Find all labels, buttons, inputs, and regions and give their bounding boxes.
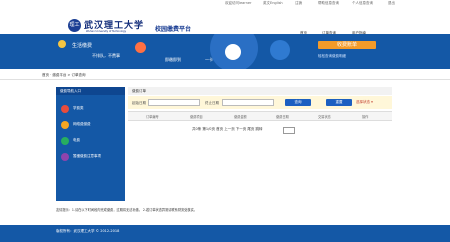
personal-link[interactable]: 个人信息查询 (352, 1, 373, 6)
banner-left-sub2: 即缴即到 (165, 57, 181, 62)
sidebar-title: 缴费导航入口 (56, 87, 125, 95)
sidebar-item-network[interactable]: 网络费缴费 (59, 119, 122, 131)
welcome-text: 欢迎访问learner (225, 1, 252, 5)
sidebar-item-tuition[interactable]: 学费类 (59, 103, 122, 115)
copyright-text: 版权所有：武汉理工大学 © 2012-2018 (56, 229, 120, 233)
page-jump-input[interactable] (283, 127, 295, 134)
table-header: 订单编号 缴费项目 缴费金额 缴费日期 交易状态 操作 (128, 111, 392, 121)
lightbulb-icon (58, 40, 66, 48)
tuition-icon (61, 105, 69, 113)
reset-button[interactable]: 重置 (326, 99, 352, 106)
sidebar-item-label: 学费类 (73, 106, 84, 110)
col-amount: 缴费金额 (234, 115, 247, 119)
search-button[interactable]: 查询 (285, 99, 311, 106)
monitor-icon (270, 40, 290, 60)
breadcrumb: 首页 · 缴费平台 > 订单查询 (42, 73, 86, 77)
exit-link[interactable]: 退出 (388, 1, 395, 6)
pagination[interactable]: 共0条 第1/0页 首页 上一页 下一页 尾页 跳转 (192, 127, 263, 132)
banner-right-title: 收费账单 (318, 41, 376, 49)
start-date-label: 起始日期 (132, 101, 146, 105)
banner-left-title: 生活缴费 (72, 43, 93, 49)
network-icon (61, 121, 69, 129)
sidebar-item-electricity[interactable]: 电费 (59, 135, 122, 147)
start-date-input[interactable] (148, 99, 200, 106)
language-link[interactable]: 英文English (263, 1, 283, 6)
sidebar: 缴费导航入口 学费类 网络费缴费 电费 暂缓缴费注意事项 (56, 87, 125, 201)
sidebar-item-notice[interactable]: 暂缓缴费注意事项 (59, 151, 122, 163)
logout-link[interactable]: 注销 (295, 1, 302, 6)
banner-left-sub3: 一卡 (205, 57, 213, 62)
help-link[interactable]: 帮助信息查询 (318, 1, 339, 6)
banner-left-sub: 不排队，不费事 (92, 53, 120, 58)
footer: 版权所有：武汉理工大学 © 2012-2018 (0, 225, 450, 242)
col-order-no: 订单编号 (146, 115, 159, 119)
col-date: 缴费日期 (276, 115, 289, 119)
top-utility-bar: 欢迎访问learner 英文English 注销 帮助信息查询 个人信息查询 退… (0, 0, 450, 6)
electricity-icon (61, 137, 69, 145)
site-header: 理工 武汉理工大学 Wuhan University of Technology… (0, 7, 450, 35)
school-name-en: Wuhan University of Technology (86, 30, 127, 33)
status-select[interactable]: 选择状态 ▾ (356, 99, 389, 106)
col-status: 交易状态 (318, 115, 331, 119)
divider (0, 79, 450, 80)
order-panel: 缴费订单 起始日期 终止日期 查询 重置 选择状态 ▾ 订单编号 缴费项目 缴费… (128, 87, 392, 201)
col-item: 缴费项目 (190, 115, 203, 119)
site-title: 校园缴费平台 (155, 26, 192, 33)
school-logo-icon: 理工 (68, 19, 81, 32)
notice-text: 友情提示：1.请在以下时间段内完成缴费，过期将无法补缴。 2.若订单状态异常请联… (56, 208, 197, 212)
sidebar-item-label: 电费 (73, 138, 80, 142)
end-date-input[interactable] (222, 99, 274, 106)
col-action: 操作 (362, 115, 369, 119)
mascot-face (225, 44, 241, 60)
filter-bar: 起始日期 终止日期 查询 重置 选择状态 ▾ (128, 96, 392, 109)
hero-banner: 生活缴费 不排队，不费事 即缴即到 一卡 收费账单 轻松查询缴费明细 (0, 34, 450, 69)
end-date-label: 终止日期 (205, 101, 219, 105)
sidebar-item-label: 网络费缴费 (73, 122, 91, 126)
notice-icon (61, 153, 69, 161)
panel-title: 缴费订单 (128, 87, 392, 95)
wallet-icon (135, 42, 146, 53)
sidebar-item-label: 暂缓缴费注意事项 (73, 154, 101, 158)
banner-right-sub: 轻松查询缴费明细 (318, 54, 346, 58)
